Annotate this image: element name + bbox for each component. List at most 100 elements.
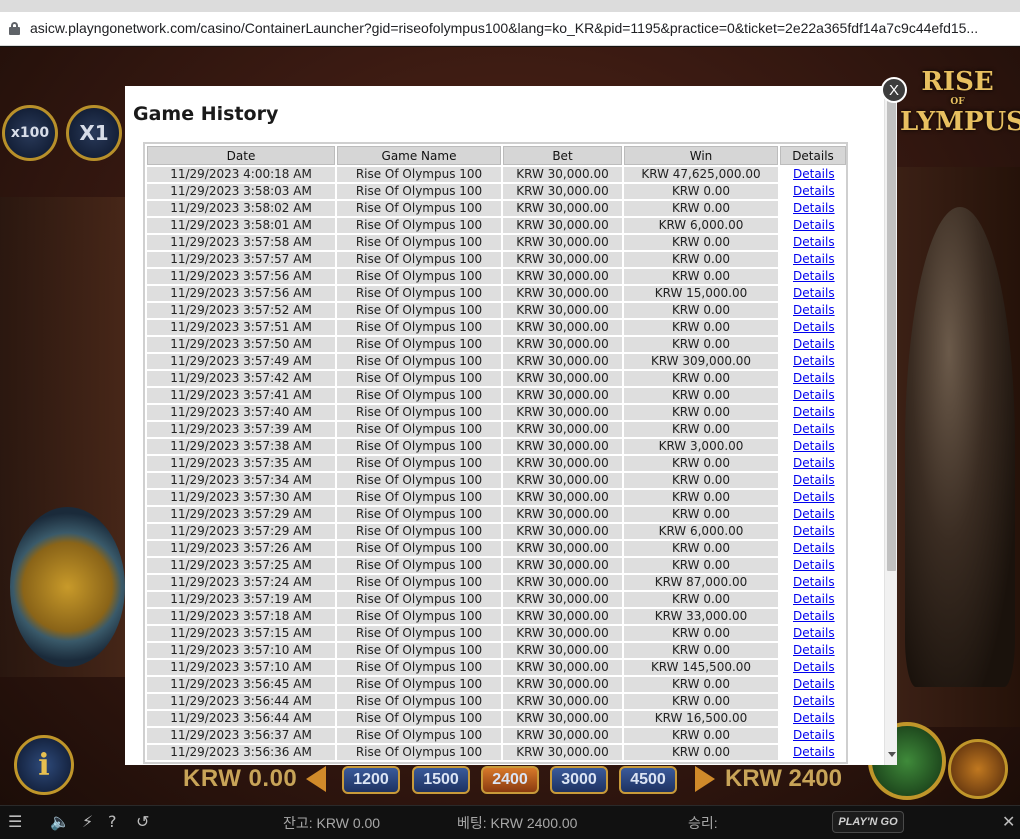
scrollbar-thumb[interactable] xyxy=(887,100,896,571)
close-modal-button[interactable]: X xyxy=(881,77,907,103)
cell-game-name: Rise Of Olympus 100 xyxy=(337,490,501,505)
lock-icon[interactable] xyxy=(9,22,20,35)
table-row: 11/29/2023 4:00:18 AM Rise Of Olympus 100… xyxy=(147,167,846,182)
sound-icon[interactable]: 🔈 xyxy=(50,812,70,831)
details-link[interactable]: Details xyxy=(793,388,835,402)
bet-option-3000[interactable]: 3000 xyxy=(550,766,608,794)
cell-details: Details xyxy=(780,218,846,233)
details-link[interactable]: Details xyxy=(793,269,835,283)
turbo-icon[interactable]: ⚡ xyxy=(82,812,93,831)
details-link[interactable]: Details xyxy=(793,354,835,368)
details-link[interactable]: Details xyxy=(793,507,835,521)
details-link[interactable]: Details xyxy=(793,184,835,198)
cell-game-name: Rise Of Olympus 100 xyxy=(337,201,501,216)
cell-bet: KRW 30,000.00 xyxy=(503,320,622,335)
details-link[interactable]: Details xyxy=(793,286,835,300)
details-link[interactable]: Details xyxy=(793,609,835,623)
cell-game-name: Rise Of Olympus 100 xyxy=(337,303,501,318)
details-link[interactable]: Details xyxy=(793,201,835,215)
autoplay-button[interactable] xyxy=(948,739,1008,799)
details-link[interactable]: Details xyxy=(793,592,835,606)
status-bet: 베팅: KRW 2400.00 xyxy=(457,815,578,831)
cell-bet: KRW 30,000.00 xyxy=(503,337,622,352)
bet-option-1200[interactable]: 1200 xyxy=(342,766,400,794)
details-link[interactable]: Details xyxy=(793,694,835,708)
cell-win: KRW 145,500.00 xyxy=(624,660,778,675)
details-link[interactable]: Details xyxy=(793,218,835,232)
details-link[interactable]: Details xyxy=(793,524,835,538)
cell-win: KRW 6,000.00 xyxy=(624,218,778,233)
details-link[interactable]: Details xyxy=(793,252,835,266)
cell-game-name: Rise Of Olympus 100 xyxy=(337,422,501,437)
table-row: 11/29/2023 3:57:35 AM Rise Of Olympus 100… xyxy=(147,456,846,471)
cell-details: Details xyxy=(780,252,846,267)
details-link[interactable]: Details xyxy=(793,371,835,385)
details-link[interactable]: Details xyxy=(793,235,835,249)
cell-win: KRW 87,000.00 xyxy=(624,575,778,590)
details-link[interactable]: Details xyxy=(793,473,835,487)
cell-bet: KRW 30,000.00 xyxy=(503,490,622,505)
details-link[interactable]: Details xyxy=(793,677,835,691)
table-row: 11/29/2023 3:57:29 AM Rise Of Olympus 100… xyxy=(147,507,846,522)
cell-date: 11/29/2023 3:57:42 AM xyxy=(147,371,335,386)
help-icon[interactable]: ? xyxy=(108,812,117,831)
url-text[interactable]: asicw.playngonetwork.com/casino/Containe… xyxy=(30,20,978,36)
details-link[interactable]: Details xyxy=(793,745,835,759)
scroll-down-arrow-icon[interactable] xyxy=(888,752,896,757)
column-header-win: Win xyxy=(624,146,778,165)
cell-date: 11/29/2023 3:57:52 AM xyxy=(147,303,335,318)
cell-win: KRW 0.00 xyxy=(624,456,778,471)
details-link[interactable]: Details xyxy=(793,422,835,436)
table-row: 11/29/2023 3:57:56 AM Rise Of Olympus 100… xyxy=(147,269,846,284)
table-row: 11/29/2023 3:57:42 AM Rise Of Olympus 100… xyxy=(147,371,846,386)
table-row: 11/29/2023 3:57:18 AM Rise Of Olympus 100… xyxy=(147,609,846,624)
cell-date: 11/29/2023 3:57:19 AM xyxy=(147,592,335,607)
cell-date: 11/29/2023 3:57:38 AM xyxy=(147,439,335,454)
cell-date: 11/29/2023 4:00:18 AM xyxy=(147,167,335,182)
bet-option-4500[interactable]: 4500 xyxy=(619,766,677,794)
details-link[interactable]: Details xyxy=(793,575,835,589)
details-link[interactable]: Details xyxy=(793,167,835,181)
table-row: 11/29/2023 3:56:44 AM Rise Of Olympus 100… xyxy=(147,711,846,726)
details-link[interactable]: Details xyxy=(793,405,835,419)
close-game-icon[interactable]: ✕ xyxy=(1002,812,1015,831)
cell-win: KRW 47,625,000.00 xyxy=(624,167,778,182)
table-row: 11/29/2023 3:57:26 AM Rise Of Olympus 100… xyxy=(147,541,846,556)
cell-bet: KRW 30,000.00 xyxy=(503,303,622,318)
cell-win: KRW 33,000.00 xyxy=(624,609,778,624)
bet-option-1500[interactable]: 1500 xyxy=(412,766,470,794)
cell-date: 11/29/2023 3:56:45 AM xyxy=(147,677,335,692)
details-link[interactable]: Details xyxy=(793,643,835,657)
cell-game-name: Rise Of Olympus 100 xyxy=(337,405,501,420)
details-link[interactable]: Details xyxy=(793,728,835,742)
details-link[interactable]: Details xyxy=(793,541,835,555)
details-link[interactable]: Details xyxy=(793,660,835,674)
cell-date: 11/29/2023 3:58:03 AM xyxy=(147,184,335,199)
bet-increase-icon[interactable] xyxy=(695,766,715,792)
details-link[interactable]: Details xyxy=(793,337,835,351)
cell-details: Details xyxy=(780,303,846,318)
history-icon[interactable]: ↺ xyxy=(136,812,149,831)
details-link[interactable]: Details xyxy=(793,558,835,572)
details-link[interactable]: Details xyxy=(793,711,835,725)
cell-win: KRW 16,500.00 xyxy=(624,711,778,726)
table-row: 11/29/2023 3:57:56 AM Rise Of Olympus 100… xyxy=(147,286,846,301)
info-button[interactable]: i xyxy=(14,735,74,795)
details-link[interactable]: Details xyxy=(793,490,835,504)
details-link[interactable]: Details xyxy=(793,303,835,317)
multiplier-x1-badge: X1 xyxy=(66,105,122,161)
cell-bet: KRW 30,000.00 xyxy=(503,286,622,301)
browser-top-strip xyxy=(0,0,1020,12)
details-link[interactable]: Details xyxy=(793,320,835,334)
details-link[interactable]: Details xyxy=(793,439,835,453)
table-row: 11/29/2023 3:57:58 AM Rise Of Olympus 100… xyxy=(147,235,846,250)
cell-date: 11/29/2023 3:57:10 AM xyxy=(147,660,335,675)
details-link[interactable]: Details xyxy=(793,456,835,470)
bet-option-2400[interactable]: 2400 xyxy=(481,766,539,794)
bet-decrease-icon[interactable] xyxy=(306,766,326,792)
cell-details: Details xyxy=(780,235,846,250)
details-link[interactable]: Details xyxy=(793,626,835,640)
menu-icon[interactable]: ☰ xyxy=(8,812,22,831)
modal-scrollbar[interactable] xyxy=(884,86,897,765)
address-bar[interactable]: asicw.playngonetwork.com/casino/Containe… xyxy=(0,12,1020,46)
